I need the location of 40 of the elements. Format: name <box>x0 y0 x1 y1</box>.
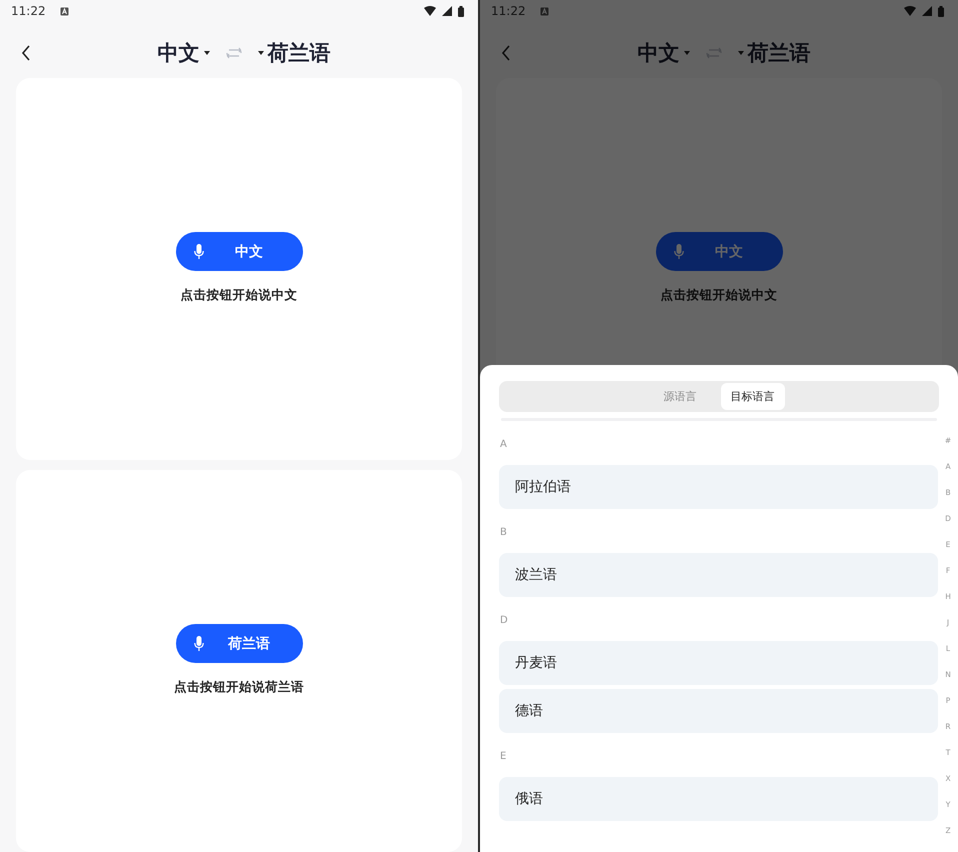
microphone-icon <box>194 636 204 651</box>
section-letter: D <box>499 614 509 628</box>
language-item[interactable]: 波兰语 <box>499 553 938 597</box>
notification-icon <box>60 6 69 16</box>
status-time: 11:22 <box>491 4 526 18</box>
status-time: 11:22 <box>11 4 46 18</box>
target-language-dropdown[interactable]: 荷兰语 <box>258 39 330 67</box>
section-letter: A <box>499 438 508 452</box>
battery-icon <box>938 6 944 16</box>
hint-text: 点击按钮开始说荷兰语 <box>174 679 304 696</box>
wifi-icon <box>424 6 436 16</box>
section-letter: E <box>499 750 508 764</box>
source-language-dropdown[interactable]: 中文 <box>158 39 210 67</box>
target-language-dropdown[interactable]: 荷兰语 <box>738 39 810 67</box>
language-item[interactable]: 俄语 <box>499 777 938 821</box>
hint-text: 点击按钮开始说中文 <box>180 287 298 304</box>
language-tab[interactable]: 目标语言 <box>720 383 784 410</box>
speak-button[interactable]: 中文 <box>176 232 302 271</box>
language-item[interactable]: 德语 <box>499 689 938 733</box>
notification-icon <box>540 6 549 16</box>
microphone-icon <box>674 244 684 259</box>
language-tab[interactable]: 源语言 <box>654 383 706 410</box>
swap-icon[interactable] <box>226 47 242 59</box>
source-language-dropdown[interactable]: 中文 <box>638 39 690 67</box>
language-item[interactable]: 丹麦语 <box>499 641 938 685</box>
section-letter: B <box>499 526 508 540</box>
caret-icon <box>684 51 690 55</box>
signal-icon <box>442 6 452 16</box>
language-item[interactable]: 阿拉伯语 <box>499 465 938 509</box>
battery-icon <box>458 6 464 16</box>
back-icon[interactable] <box>21 45 31 61</box>
caret-icon <box>204 51 210 55</box>
wifi-icon <box>904 6 916 16</box>
hint-text: 点击按钮开始说中文 <box>660 287 778 304</box>
speak-button[interactable]: 荷兰语 <box>176 624 302 663</box>
caret-icon <box>738 51 744 55</box>
microphone-icon <box>194 244 204 259</box>
caret-icon <box>258 51 264 55</box>
speak-button[interactable]: 中文 <box>656 232 782 271</box>
signal-icon <box>922 6 932 16</box>
